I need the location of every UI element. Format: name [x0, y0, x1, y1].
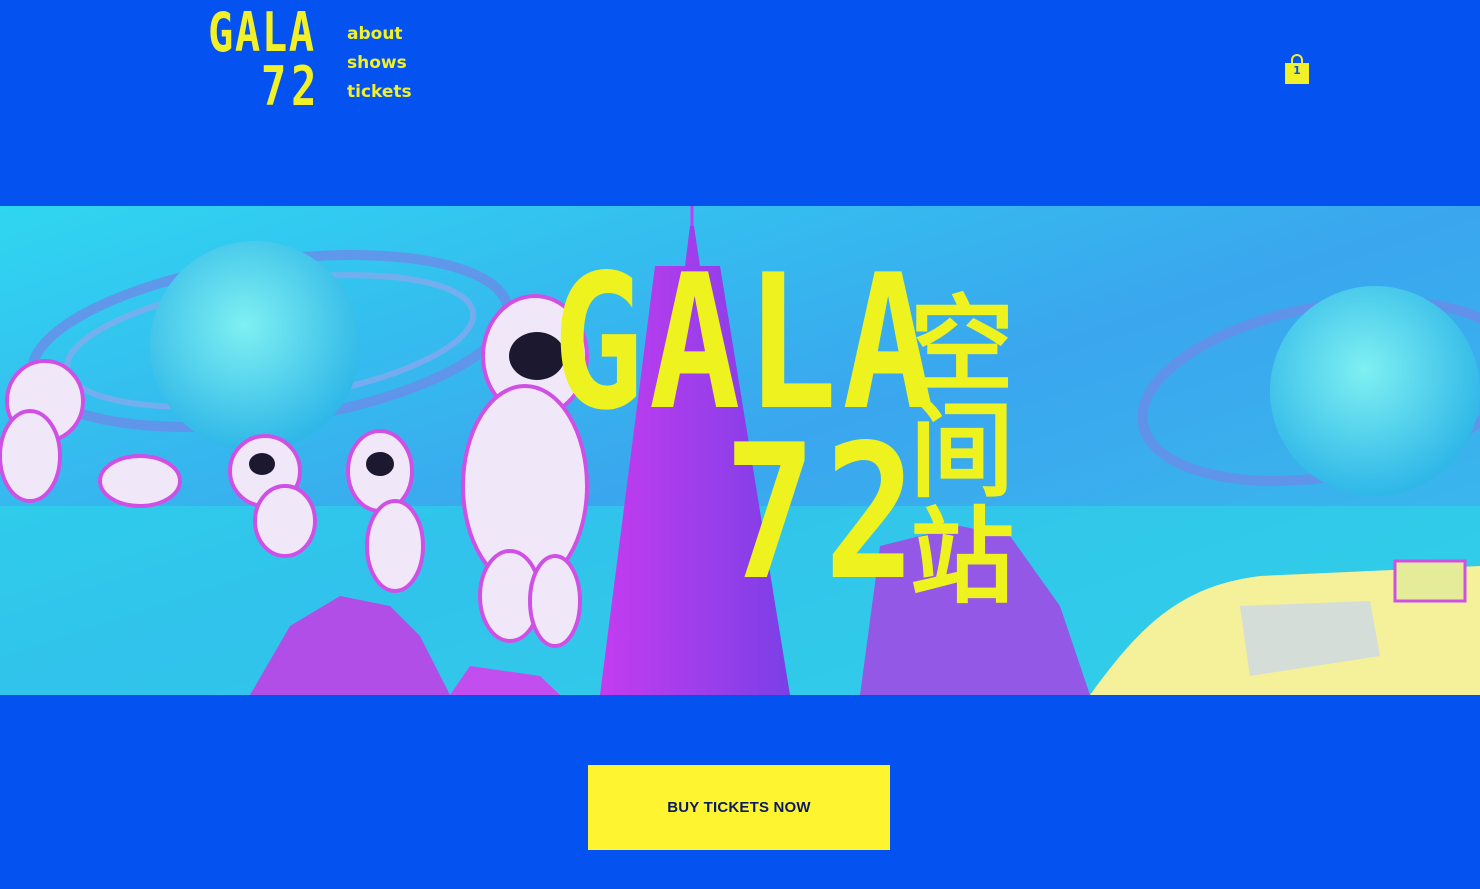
nav-item-tickets[interactable]: tickets: [347, 78, 412, 107]
nav-item-about[interactable]: about: [347, 20, 412, 49]
hero-cn-char-1: 空: [909, 284, 1014, 406]
hero-title-line-1: GALA: [552, 234, 939, 451]
cart-count: 1: [1293, 64, 1301, 77]
hero-cn-char-2: 间: [909, 390, 1014, 512]
logo-line-2: 72: [261, 55, 322, 118]
hero-chinese-title: 空 间 站: [906, 292, 1018, 610]
nav-item-shows[interactable]: shows: [347, 49, 412, 78]
cart-button[interactable]: 1: [1284, 53, 1310, 85]
logo-line-1: GALA: [208, 1, 316, 64]
site-logo[interactable]: GALA 72: [208, 1, 322, 118]
buy-tickets-button[interactable]: BUY TICKETS NOW: [588, 765, 890, 850]
hero-title: GALA 72: [552, 234, 939, 621]
main-nav: about shows tickets: [347, 20, 412, 107]
hero-banner: GALA 72 空 间 站: [0, 206, 1480, 695]
hero-title-line-2: 72: [724, 404, 925, 621]
hero-cn-char-3: 站: [909, 496, 1014, 618]
